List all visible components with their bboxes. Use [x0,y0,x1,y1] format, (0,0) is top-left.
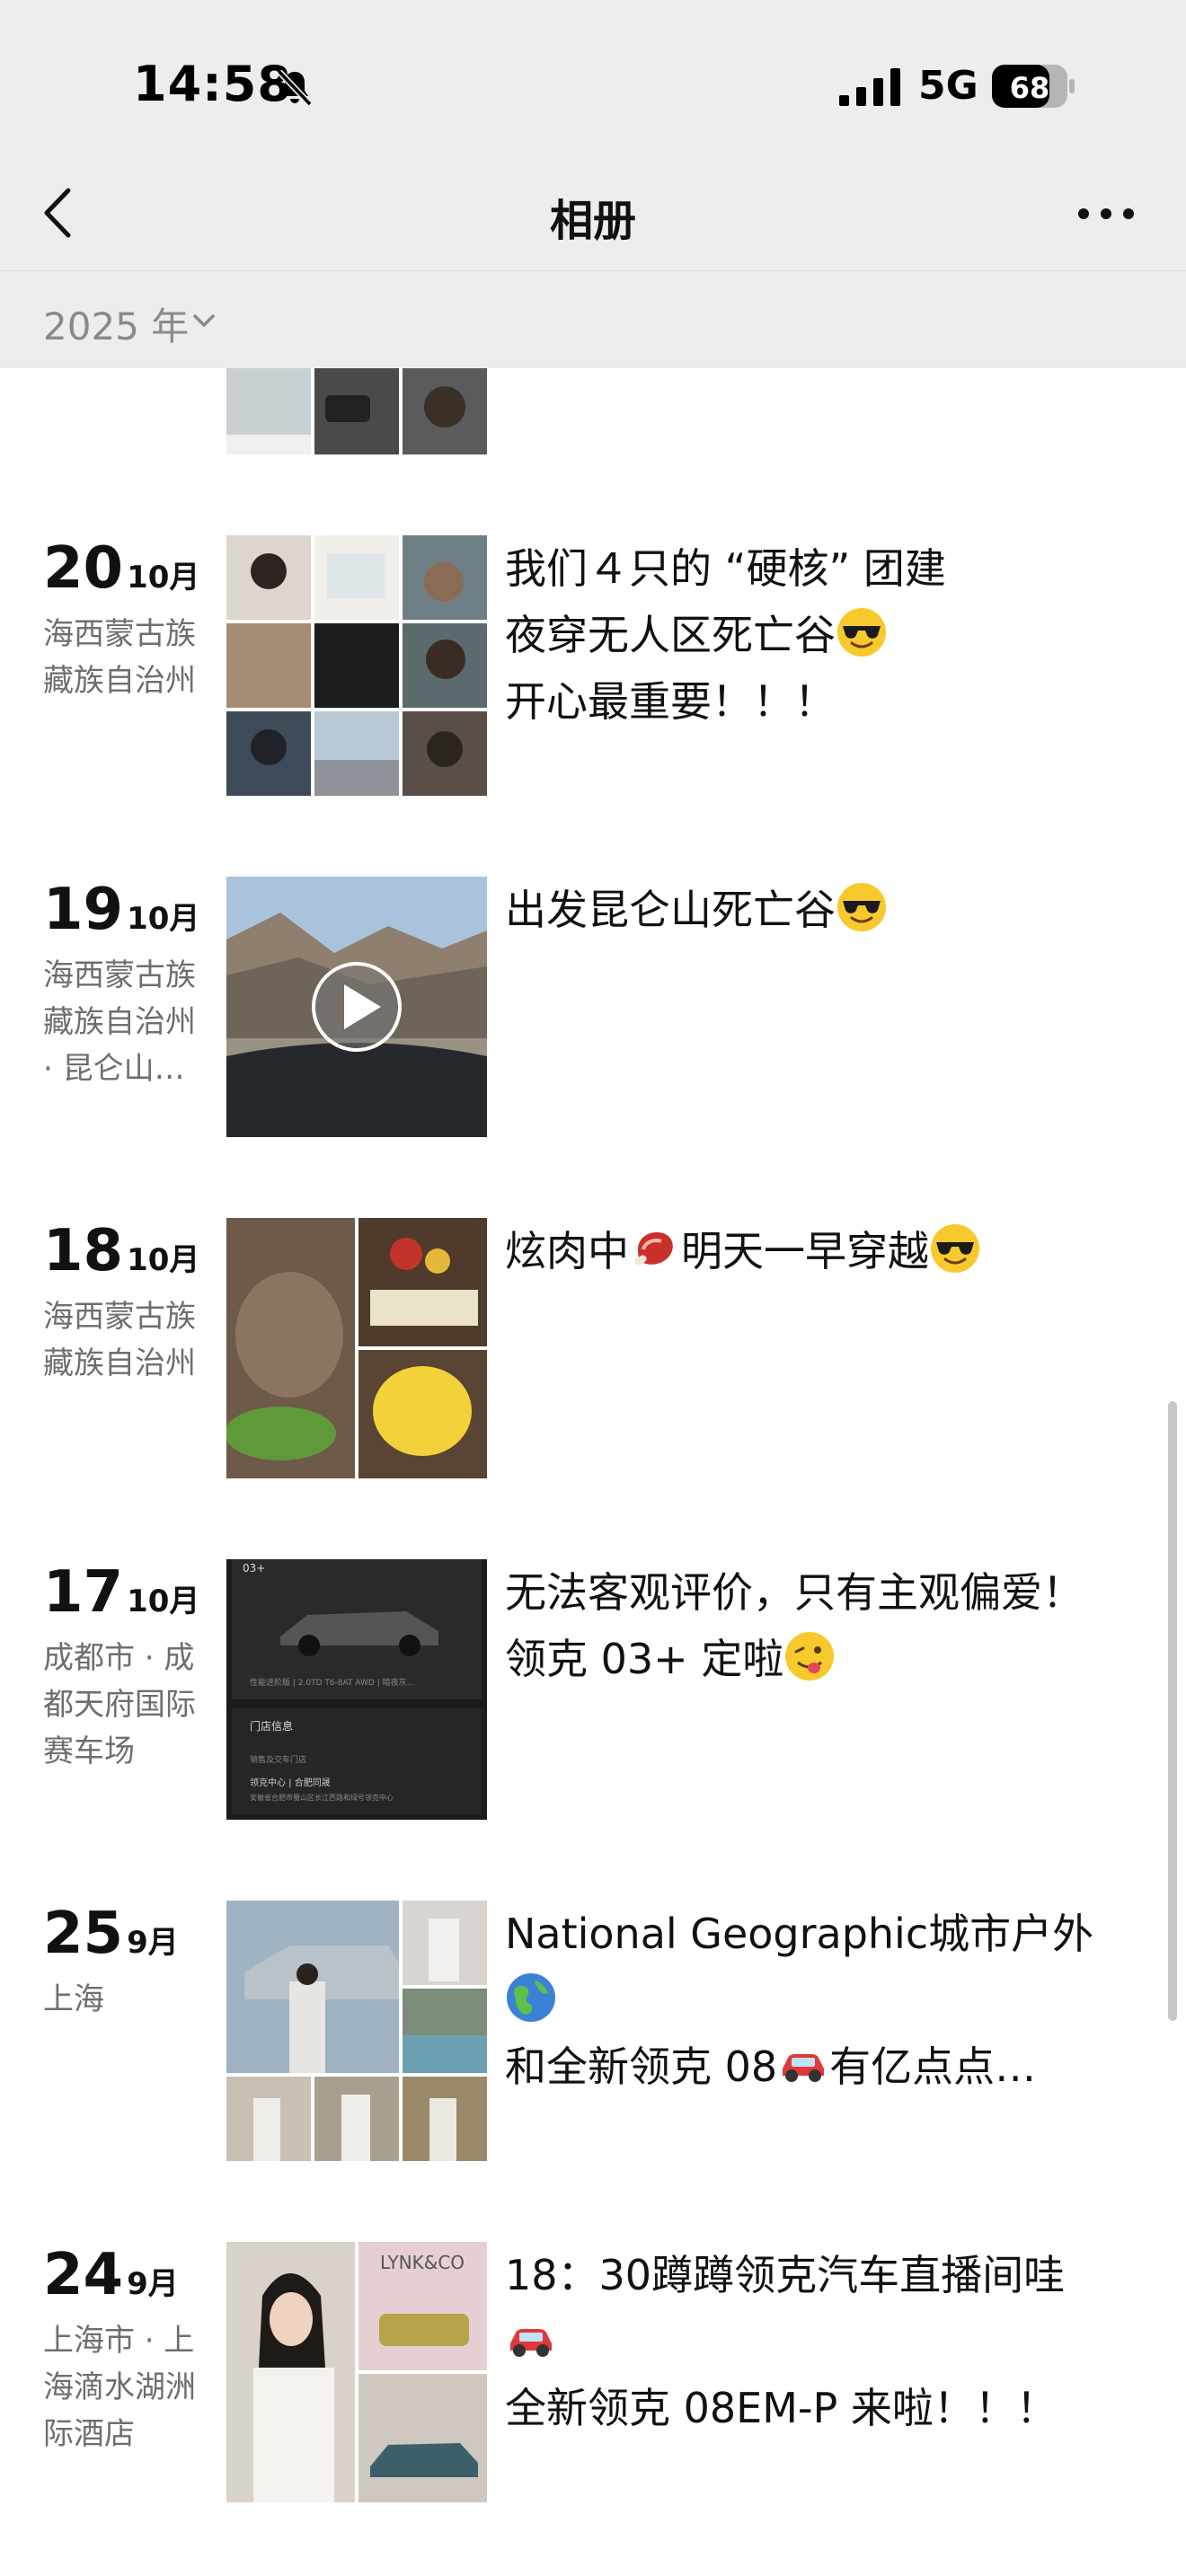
entry-day: 20 [43,535,124,602]
previous-entry-thumbnails[interactable] [226,368,487,454]
red-car-emoji-icon [783,2054,825,2082]
screenshot-badge: 03+ [243,1562,265,1575]
entry-day: 24 [43,2242,124,2308]
entry-month: 9月 [127,2266,179,2302]
entry-date: 20 10月 [43,535,199,602]
album-list: 20 10月 海西蒙古族藏族自治州 我们４只的 “硬核” 团建 夜穿无人区死亡谷… [0,368,1186,2576]
signal-icon [839,68,900,106]
status-bar: 14:58 5G 68 [0,0,1186,162]
caption-line: 全新领克 08EM-P 来啦！！！ [505,2384,1058,2432]
caption-text: 炫肉中 [505,1227,629,1275]
caption-line: 开心最重要！！！ [505,677,836,726]
entry-date: 19 10月 [43,877,199,943]
entry-day: 18 [43,1218,124,1284]
entry-location: 海西蒙古族藏族自治州 [43,1299,196,1381]
battery-icon: 68 [992,65,1075,108]
entry-date: 24 9月 [43,2242,179,2308]
network-label: 5G [918,63,978,109]
caption-line-with-emoji: 领克 03+ 定啦 [505,1626,1125,1692]
caption-line: National Geographic城市户外 [505,1910,1094,1958]
entry-location: 上海市 · 上海滴水湖洲际酒店 [43,2323,196,2452]
order-screenshot: 03+ 性能进阶版 | 2.0TD T6-8AT AWD | 暗夜灰… 门店信息… [226,1559,487,1820]
caption-line-with-emoji: 和全新领克 08 有亿点点… [505,2033,1125,2100]
photo-grid[interactable]: LYNK&CO [226,2242,487,2502]
brand-logo-text: LYNK&CO [380,2252,465,2273]
caption-line: 18：30蹲蹲领克汽车直播间哇 [505,2251,1066,2299]
red-car-emoji-icon [510,2329,552,2357]
entry-caption: 18：30蹲蹲领克汽车直播间哇 全新领克 08EM-P 来啦！！！ [505,2242,1125,2441]
moment-entry[interactable]: 18 10月 海西蒙古族藏族自治州 炫肉中 明天一早穿越 [0,1218,1186,1478]
entry-caption: 无法客观评价，只有主观偏爱！ 领克 03+ 定啦 [505,1559,1125,1692]
caption-line-with-emoji: 出发昆仑山死亡谷 [505,877,1125,943]
video-thumbnail[interactable] [226,877,487,1137]
entry-caption: 出发昆仑山死亡谷 [505,877,1125,943]
bell-slash-icon [277,69,313,107]
caption-line-with-emoji [505,2308,1125,2375]
sunglasses-emoji-icon [837,883,886,931]
caption-line: 无法客观评价，只有主观偏爱！ [505,1568,1084,1617]
caption-line: 我们４只的 “硬核” 团建 [505,544,946,593]
photo-grid-image: LYNK&CO [226,2242,487,2502]
entry-location: 海西蒙古族藏族自治州 · 昆仑山… [43,957,196,1087]
globe-icon [507,1973,555,2022]
photo-grid[interactable] [226,1218,487,1478]
photo-grid-image [226,1218,487,1478]
caption-text: 明天一早穿越 [681,1227,929,1275]
screenshot-thumbnail[interactable]: 03+ 性能进阶版 | 2.0TD T6-8AT AWD | 暗夜灰… 门店信息… [226,1559,487,1820]
video-frame [226,877,487,1137]
entry-day: 25 [43,1901,124,1967]
entry-month: 10月 [127,560,200,595]
entry-date: 17 10月 [43,1559,199,1626]
entry-month: 10月 [127,1584,200,1619]
entry-date: 18 10月 [43,1218,199,1284]
moment-entry[interactable]: 25 9月 上海 National Geographic城市户外 和全新领克 0… [0,1901,1186,2161]
photo-grid[interactable] [226,1901,487,2161]
moment-entry[interactable]: 19 10月 海西蒙古族藏族自治州 · 昆仑山… 出发昆仑山死亡谷 [0,877,1186,1137]
entry-day: 19 [43,877,124,943]
caption-text: 有亿点点… [829,2042,1037,2091]
entry-month: 9月 [127,1925,179,1961]
entry-caption: 我们４只的 “硬核” 团建 夜穿无人区死亡谷 开心最重要！！！ [505,535,1125,735]
entry-location: 成都市 · 成都天府国际赛车场 [43,1640,196,1769]
year-label: 2025 年 [43,304,190,348]
status-time: 14:58 [133,56,292,112]
caption-text: 领克 03+ 定啦 [505,1635,784,1683]
screenshot-spec: 性能进阶版 | 2.0TD T6-8AT AWD | 暗夜灰… [250,1677,415,1688]
photo-grid-image [226,1901,487,2161]
screenshot-store-sub: 销售及交车门店 [250,1754,306,1765]
sunglasses-emoji-icon [837,608,886,657]
entry-caption: National Geographic城市户外 和全新领克 08 有亿点点… [505,1901,1125,2100]
entry-date: 25 9月 [43,1901,179,1967]
screenshot-store-address: 安徽省合肥市蜀山区长江西路和绿号领克中心 [250,1793,394,1802]
moment-entry[interactable]: 24 9月 上海市 · 上海滴水湖洲际酒店 LYNK&CO 18：30蹲蹲领克汽车… [0,2242,1186,2502]
chevron-down-icon [193,314,215,327]
sunglasses-emoji-icon [931,1224,979,1273]
page-title: 相册 [549,196,636,246]
more-dots-icon[interactable] [1075,198,1137,230]
moment-entry[interactable]: 20 10月 海西蒙古族藏族自治州 我们４只的 “硬核” 团建 夜穿无人区死亡谷… [0,535,1186,796]
entry-day: 17 [43,1559,124,1626]
screenshot-store-title: 门店信息 [250,1719,293,1733]
screenshot-store-name: 领克中心 | 合肥同晟 [250,1777,331,1788]
caption-line-with-emoji: 夜穿无人区死亡谷 [505,602,1125,668]
scrollbar[interactable] [1168,1401,1177,2021]
meat-emoji-icon [634,1231,673,1266]
caption-line-with-emoji [505,1967,1125,2033]
year-selector[interactable]: 2025 年 [0,271,1186,368]
battery-level: 68 [1010,71,1050,105]
entry-location: 海西蒙古族藏族自治州 [43,616,196,699]
entry-caption: 炫肉中 明天一早穿越 [505,1218,1125,1284]
moment-entry[interactable]: 17 10月 成都市 · 成都天府国际赛车场 03+ 性能进阶版 | 2.0TD … [0,1559,1186,1820]
entry-month: 10月 [127,901,200,937]
nav-bar: 相册 [0,162,1186,271]
photo-grid-image [226,535,487,796]
caption-text: 出发昆仑山死亡谷 [505,886,836,934]
entry-month: 10月 [127,1242,200,1278]
caption-text: 夜穿无人区死亡谷 [505,611,836,659]
photo-grid[interactable] [226,535,487,796]
entry-location: 上海 [43,1981,104,2017]
wink-tongue-emoji-icon [785,1632,835,1681]
caption-text: 和全新领克 08 [505,2042,778,2091]
caption-line-with-emoji: 炫肉中 明天一早穿越 [505,1218,1125,1284]
